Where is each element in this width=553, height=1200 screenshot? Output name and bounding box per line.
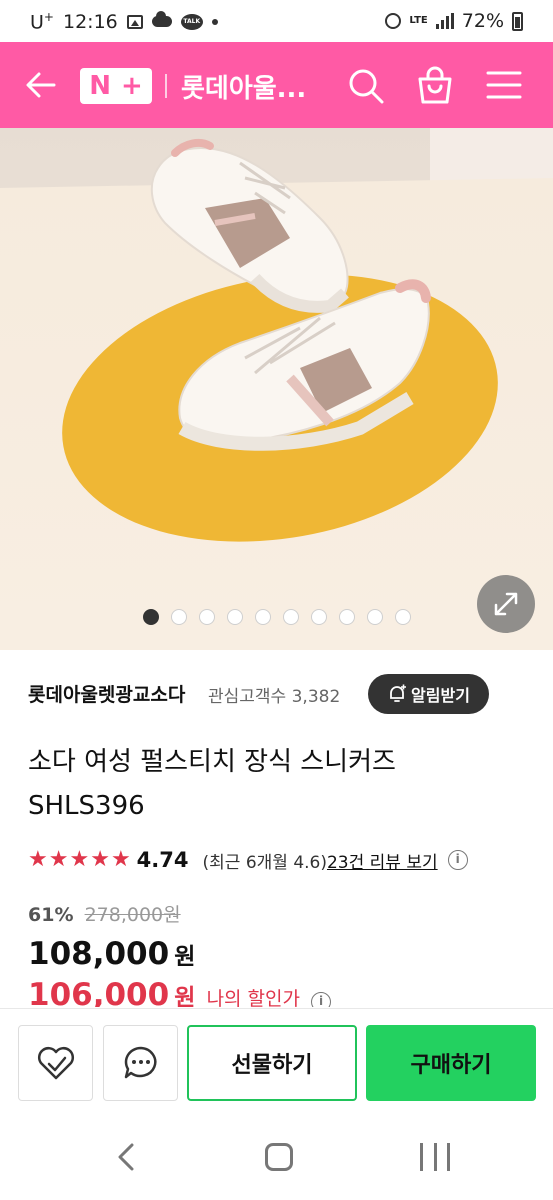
discount-rate: 61% (28, 904, 74, 926)
sneakers-photo (0, 128, 553, 650)
carousel-dots (143, 609, 411, 625)
alarm-icon (385, 13, 402, 29)
sale-price: 108,000 (28, 936, 170, 972)
cloud-icon (151, 11, 172, 28)
carousel-dot[interactable] (227, 609, 243, 625)
chat-bubble-icon (124, 1046, 156, 1079)
product-title-line2: SHLS396 (28, 791, 145, 821)
battery-percent: 72% (461, 10, 504, 32)
carousel-dot[interactable] (395, 609, 411, 625)
store-row: 롯데아울렛광교소다 관심고객수 3,382 알림받기 (28, 674, 528, 714)
nav-back-icon[interactable] (112, 1141, 142, 1173)
back-arrow-icon[interactable] (24, 68, 58, 102)
expand-image-button[interactable] (477, 575, 535, 633)
star-icon: ★ (90, 847, 110, 872)
expand-icon (494, 592, 518, 616)
carousel-dot[interactable] (199, 609, 215, 625)
carousel-dot[interactable] (143, 609, 159, 625)
fans-count: 관심고객수 3,382 (208, 687, 341, 707)
buy-button[interactable]: 구매하기 (366, 1025, 536, 1101)
star-icon: ★ (69, 847, 90, 872)
product-image[interactable] (0, 128, 553, 650)
sale-price-currency: 원 (174, 944, 196, 970)
clock: 12:16 (62, 10, 118, 33)
nav-recent-apps-icon[interactable] (420, 1143, 450, 1171)
lte-indicator: LTE (409, 15, 428, 26)
bell-plus-icon (390, 684, 407, 702)
carousel-dot[interactable] (367, 609, 383, 625)
rating-score: 4.74 (136, 848, 189, 872)
rating-recent-note: (최근 6개월 4.6) (202, 852, 327, 873)
review-link[interactable]: 23건 리뷰 보기 (327, 848, 438, 873)
battery-icon (512, 11, 523, 31)
rating-row: ★ ★ ★ ★ ★ 4.74 (최근 6개월 4.6) 23건 리뷰 보기 i (28, 846, 468, 874)
discount-row: 61% 278,000원 (28, 900, 181, 927)
gift-button[interactable]: 선물하기 (187, 1025, 357, 1101)
nplus-logo[interactable]: N + (80, 68, 152, 104)
menu-icon[interactable] (486, 70, 522, 100)
store-name[interactable]: 롯데아울렛광교소다 (28, 680, 185, 707)
original-price: 278,000원 (84, 904, 181, 926)
header-title[interactable]: 롯데아울... (181, 68, 306, 105)
chat-button[interactable] (103, 1025, 178, 1101)
carousel-dot[interactable] (171, 609, 187, 625)
my-price-row: 106,000 원 나의 할인가 i (28, 977, 332, 1007)
nav-home-icon[interactable] (265, 1143, 293, 1171)
app-header: N + 롯데아울... (0, 42, 553, 128)
search-icon[interactable] (346, 66, 386, 106)
my-price-info-icon[interactable]: i (311, 992, 332, 1007)
notification-dot-icon (211, 18, 218, 25)
action-bar: 선물하기 구매하기 (0, 1008, 553, 1113)
carousel-dot[interactable] (255, 609, 271, 625)
star-icon: ★ (110, 847, 131, 872)
header-divider (165, 74, 167, 98)
my-discount-label: 나의 할인가 (206, 988, 301, 1007)
star-icon: ★ (48, 847, 69, 872)
heart-check-icon (37, 1047, 74, 1080)
product-title: 소다 여성 펄스티치 장식 스니커즈 SHLS396 (28, 740, 528, 828)
wishlist-button[interactable] (18, 1025, 93, 1101)
info-icon[interactable]: i (447, 850, 468, 870)
carrier-label: U+ (30, 10, 54, 34)
system-nav-bar (0, 1113, 553, 1200)
status-bar: U+ 12:16 TALK LTE 72% (0, 0, 553, 42)
my-discount-price: 106,000 (28, 977, 170, 1007)
sale-price-row: 108,000 원 (28, 936, 195, 972)
notify-button-label: 알림받기 (411, 686, 470, 705)
carousel-dot[interactable] (311, 609, 327, 625)
signal-icon (435, 13, 454, 29)
talk-icon: TALK (180, 13, 203, 30)
rating-stars: ★ ★ ★ ★ ★ (28, 848, 131, 872)
my-price-currency: 원 (174, 985, 196, 1007)
carousel-dot[interactable] (283, 609, 299, 625)
gallery-icon (126, 14, 143, 29)
shopping-bag-icon[interactable] (414, 64, 456, 106)
carousel-dot[interactable] (339, 609, 355, 625)
product-title-line1: 소다 여성 펄스티치 장식 스니커즈 (28, 747, 396, 777)
notify-button[interactable]: 알림받기 (368, 674, 489, 714)
star-icon: ★ (28, 847, 48, 872)
